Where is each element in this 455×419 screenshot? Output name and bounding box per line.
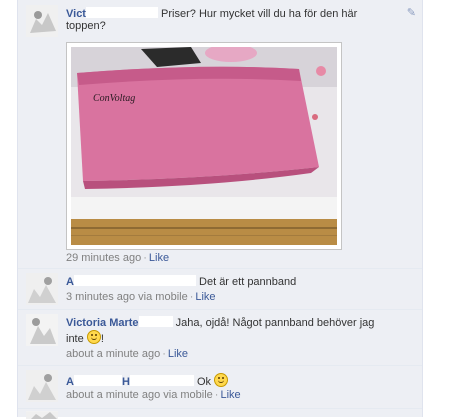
comment-item-partial: [18, 409, 422, 419]
avatar-image: [26, 370, 58, 402]
comment-meta: about a minute ago · Like: [66, 348, 189, 360]
avatar[interactable]: [26, 314, 58, 346]
via-mobile: via mobile: [138, 291, 188, 303]
smiley-icon: [86, 330, 101, 344]
smiley-icon: [214, 373, 229, 387]
comment-author-part[interactable]: H: [122, 376, 130, 388]
comment-item: A Det är ett pannband 3 minutes ago via …: [18, 269, 422, 309]
comment-photo[interactable]: ConVoltag: [66, 42, 342, 250]
like-link[interactable]: Like: [195, 291, 215, 303]
redacted-name: [129, 375, 194, 386]
comment-text-suffix: !: [100, 333, 104, 345]
avatar-image: [26, 273, 58, 305]
avatar-image: [26, 412, 58, 419]
comment-author[interactable]: A: [66, 276, 74, 288]
avatar[interactable]: [26, 5, 58, 37]
comment-text-continued: inte: [66, 333, 84, 345]
redacted-name: [85, 7, 158, 18]
timestamp[interactable]: about a minute ago: [66, 389, 160, 401]
like-link[interactable]: Like: [220, 389, 240, 401]
avatar-image: [26, 5, 58, 37]
comment-meta: 29 minutes ago · Like: [66, 252, 170, 264]
avatar[interactable]: [26, 273, 58, 305]
headband-print: ConVoltag: [93, 93, 135, 104]
comment-text: Priser? Hur mycket vill du ha för den hä…: [161, 8, 358, 20]
avatar-image: [26, 314, 58, 346]
comment-meta: about a minute ago via mobile · Like: [66, 389, 241, 401]
comment-author[interactable]: Victoria Marte: [66, 317, 139, 329]
comments-panel: Vict Priser? Hur mycket vill du ha för d…: [17, 0, 423, 419]
comment-text-continued: toppen?: [66, 20, 106, 32]
comment-author[interactable]: Vict: [66, 8, 86, 20]
redacted-name: [73, 275, 196, 286]
comment-meta: 3 minutes ago via mobile · Like: [66, 291, 216, 303]
comment-author[interactable]: A: [66, 376, 74, 388]
timestamp[interactable]: 29 minutes ago: [66, 252, 141, 264]
edit-pencil-icon[interactable]: ✎: [407, 6, 416, 19]
avatar[interactable]: [26, 370, 58, 402]
timestamp[interactable]: about a minute ago: [66, 348, 160, 360]
comment-text: Ok: [196, 376, 212, 388]
headband-photo-image: ConVoltag: [71, 44, 337, 245]
comment-item: Vict Priser? Hur mycket vill du ha för d…: [18, 0, 422, 266]
timestamp[interactable]: 3 minutes ago: [66, 291, 135, 303]
comment-text: Det är ett pannband: [199, 276, 297, 288]
comment-item: Victoria Marte Jaha, ojdå! Något pannban…: [18, 310, 422, 364]
like-link[interactable]: Like: [168, 348, 188, 360]
comment-item: A H Ok about a minute ago via mobile · Like: [18, 366, 422, 406]
via-mobile: via mobile: [163, 389, 213, 401]
comment-text: Jaha, ojdå! Något pannband behöver jag: [175, 317, 375, 329]
like-link[interactable]: Like: [149, 252, 169, 264]
redacted-name: [73, 375, 122, 386]
avatar[interactable]: [26, 411, 58, 419]
redacted-name: [138, 316, 173, 327]
